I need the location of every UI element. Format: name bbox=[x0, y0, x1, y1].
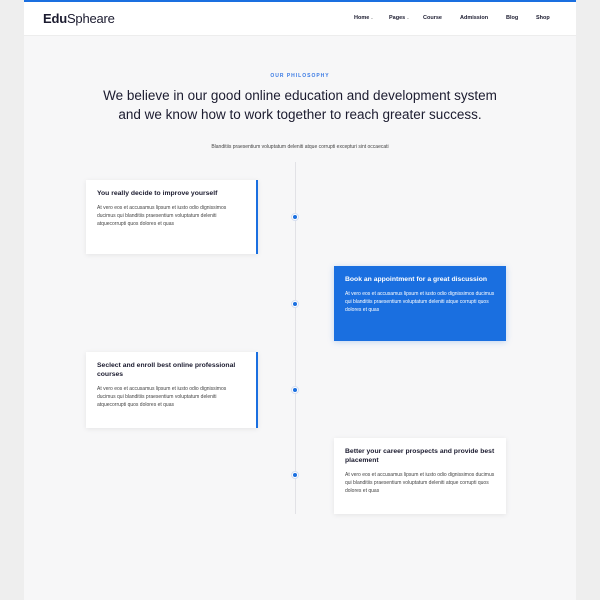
nav-item-label: Shop bbox=[536, 15, 550, 21]
card-body: At vero eos et accusamus lipsum et iusto… bbox=[345, 291, 495, 313]
nav-item-home[interactable]: Home⌄ bbox=[354, 15, 374, 21]
chevron-down-icon: ⌄ bbox=[370, 15, 374, 20]
nav-item-shop[interactable]: Shop bbox=[536, 15, 550, 21]
timeline-dot bbox=[291, 386, 299, 394]
chevron-down-icon: ⌄ bbox=[406, 15, 410, 20]
page: EduSpheare Home⌄ Pages⌄ Course Admission… bbox=[24, 0, 576, 600]
nav-item-label: Home bbox=[354, 15, 370, 21]
nav-item-label: Course bbox=[423, 15, 442, 21]
section-headline: We believe in our good online education … bbox=[103, 88, 497, 122]
timeline-dot bbox=[291, 213, 299, 221]
nav-item-blog[interactable]: Blog bbox=[506, 15, 518, 21]
nav-item-label: Admission bbox=[460, 15, 489, 21]
card-body: At vero eos et accusamus lipsum et iusto… bbox=[345, 472, 495, 494]
timeline-dot bbox=[291, 471, 299, 479]
card-title: Seclect and enroll best online professio… bbox=[97, 362, 236, 378]
site-header: EduSpheare Home⌄ Pages⌄ Course Admission… bbox=[24, 2, 576, 36]
nav-item-label: Pages bbox=[389, 15, 406, 21]
card-title: You really decide to improve yourself bbox=[97, 190, 218, 197]
card-body: At vero eos et accusamus lipsum et iusto… bbox=[97, 386, 227, 408]
timeline-card-3[interactable]: Seclect and enroll best online professio… bbox=[86, 352, 258, 428]
nav-item-admission[interactable]: Admission bbox=[460, 15, 488, 21]
timeline-card-1[interactable]: You really decide to improve yourself At… bbox=[86, 180, 258, 254]
card-body: At vero eos et accusamus lipsum et iusto… bbox=[97, 205, 227, 227]
section-subline: Blanditiis praesentium voluptatum deleni… bbox=[211, 144, 389, 150]
timeline-card-2[interactable]: Book an appointment for a great discussi… bbox=[334, 266, 506, 341]
nav-item-course[interactable]: Course bbox=[423, 15, 442, 21]
timeline-dot bbox=[291, 300, 299, 308]
nav-item-label: Blog bbox=[506, 15, 519, 21]
card-title: Book an appointment for a great discussi… bbox=[345, 276, 487, 283]
section-eyebrow: OUR PHILOSOPHY bbox=[270, 73, 330, 79]
timeline-card-4[interactable]: Better your career prospects and provide… bbox=[334, 438, 506, 514]
card-title: Better your career prospects and provide… bbox=[345, 448, 495, 464]
main-nav: Home⌄ Pages⌄ Course Admission Blog Shop bbox=[24, 15, 576, 25]
nav-item-pages[interactable]: Pages⌄ bbox=[389, 15, 410, 21]
